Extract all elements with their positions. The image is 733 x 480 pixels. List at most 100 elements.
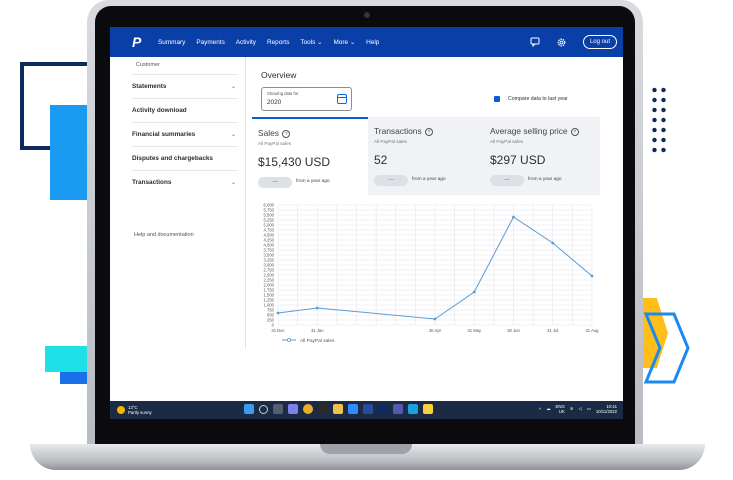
zoom-icon[interactable] [348,404,358,414]
chevron-down-icon: ⌄ [230,132,236,138]
decor-dot-grid [650,85,668,153]
nav-more-label: More [333,39,349,46]
chevron-down-icon: ⌄ [317,39,323,46]
sidebar-item-label: Statements [132,83,167,90]
kpi-value: $15,430 USD [258,155,331,169]
message-center-icon[interactable] [530,37,540,47]
info-icon[interactable]: ? [282,129,291,138]
chevron-up-icon[interactable]: ^ [539,407,541,412]
nav-activity[interactable]: Activity [236,39,256,46]
kpi-title: Transactions ? [374,126,433,136]
sales-line-chart: 02505007501,0001,2501,5001,7502,0002,250… [264,203,600,344]
overview-panel: Overview Showing data for 2020 Compare d… [252,57,600,349]
sales-chart: 0 250 500 750 1,000 1,250 1,500 1,750 2,000 2,250… [252,197,600,349]
kpi-compare-text: from a year ago [296,179,330,184]
battery-icon[interactable]: ▭ [587,406,591,412]
kpi-compare-text: from a year ago [412,177,446,182]
y-tick-label: 0 [272,323,275,328]
app-icon[interactable] [318,404,328,414]
sidebar-item-financial-summaries[interactable]: Financial summaries ⌄ [132,122,238,147]
check-icon [494,104,500,109]
kpi-tab-sales[interactable]: Sales ? All PayPal sales $15,430 USD — f… [252,117,368,195]
sidebar-item-activity-download[interactable]: Activity download [132,98,238,123]
clock[interactable]: 10:41 10/11/2022 [596,404,617,414]
kpi-title: Sales ? [258,128,291,138]
nav-more[interactable]: More ⌄ [333,38,355,46]
kpi-subtitle: All PayPal sales [258,141,291,146]
y-tick-label: 3,250 [264,258,275,263]
y-tick-label: 5,000 [264,223,275,228]
start-windows-icon[interactable] [244,404,254,414]
chevron-down-icon: ⌄ [230,180,236,186]
date-selector[interactable]: Showing data for 2020 [261,87,352,111]
y-tick-label: 1,750 [264,288,275,293]
laptop-screen: P Summary Payments Activity Reports Tool… [110,27,623,419]
date-selector-label: Showing data for [267,91,299,96]
y-tick-label: 4,000 [264,243,275,248]
data-point [590,274,594,278]
x-tick-label: 31 Jan [311,328,324,333]
x-tick-label: 31 Jul [547,328,558,333]
teams-chat-icon[interactable] [288,404,298,414]
photoshop-icon[interactable] [378,404,388,414]
search-icon[interactable] [259,405,268,414]
chrome-icon[interactable] [303,404,313,414]
kpi-tab-transactions[interactable]: Transactions ? All PayPal sales 52 — fro… [368,117,484,195]
nav-summary[interactable]: Summary [158,39,185,46]
teams-icon[interactable] [393,404,403,414]
nav-tools[interactable]: Tools ⌄ [300,38,322,46]
y-tick-label: 5,750 [264,208,275,213]
sidebar-item-disputes[interactable]: Disputes and chargebacks [132,146,238,171]
weather-widget[interactable]: 13°C Partly sunny [128,405,152,415]
y-tick-label: 1,500 [264,293,275,298]
y-tick-label: 4,250 [264,238,275,243]
system-tray: ^ ☁ ENG UK ≋ ◁ ▭ 10:41 10/11/2022 [534,404,617,414]
task-view-icon[interactable] [273,404,283,414]
nav-reports[interactable]: Reports [267,39,289,46]
compare-label: Compare data to last year [508,96,568,102]
kpi-title: Average selling price ? [490,126,579,136]
paypal-logo[interactable]: P [132,34,146,50]
kpi-change-badge: — [258,177,292,188]
onedrive-icon[interactable]: ☁ [546,406,550,412]
sidebar-item-label: Disputes and chargebacks [132,155,213,162]
weather-sun-icon[interactable] [117,406,125,414]
data-point [433,317,437,321]
x-tick-label: 30 Apr [429,328,442,333]
kpi-subtitle: All PayPal sales [490,139,523,144]
skype-icon[interactable] [408,404,418,414]
kpi-value: 52 [374,153,388,167]
data-point [512,215,515,219]
clock-date: 10/11/2022 [595,409,617,414]
sidebar-item-statements[interactable]: Statements ⌄ [132,74,238,99]
outlook-icon[interactable] [363,404,373,414]
logout-button[interactable]: Log out [582,35,617,49]
calendar-icon[interactable] [337,94,347,104]
y-tick-label: 1,250 [264,298,275,303]
y-tick-label: 2,000 [264,283,275,288]
compare-checkbox[interactable] [494,96,500,109]
decor-hexagon-outline [643,312,690,384]
info-icon[interactable]: ? [424,127,433,136]
x-tick-label: 30 Jun [507,328,520,333]
help-documentation-link[interactable]: Help and documentation [134,232,194,238]
file-explorer-icon[interactable] [333,404,343,414]
sidebar-item-transactions[interactable]: Transactions ⌄ [132,170,238,195]
wifi-icon[interactable]: ≋ [570,406,574,412]
data-point [472,290,476,294]
y-tick-label: 2,250 [264,278,275,283]
x-tick-label: 31 Dec [271,328,284,333]
y-tick-label: 3,000 [264,263,275,268]
kpi-tab-average-selling-price[interactable]: Average selling price ? All PayPal sales… [484,117,600,195]
language-indicator[interactable]: ENG UK [556,404,565,414]
nav-help[interactable]: Help [366,39,379,46]
y-tick-label: 6,000 [264,203,275,208]
y-tick-label: 5,250 [264,218,275,223]
volume-icon[interactable]: ◁ [578,406,581,412]
gear-icon[interactable] [556,37,567,48]
sidebar-breadcrumb[interactable]: Customer [136,62,160,68]
info-icon[interactable]: ? [570,127,579,136]
legend-marker [287,337,292,342]
sticky-notes-icon[interactable] [423,404,433,414]
nav-payments[interactable]: Payments [196,39,224,46]
